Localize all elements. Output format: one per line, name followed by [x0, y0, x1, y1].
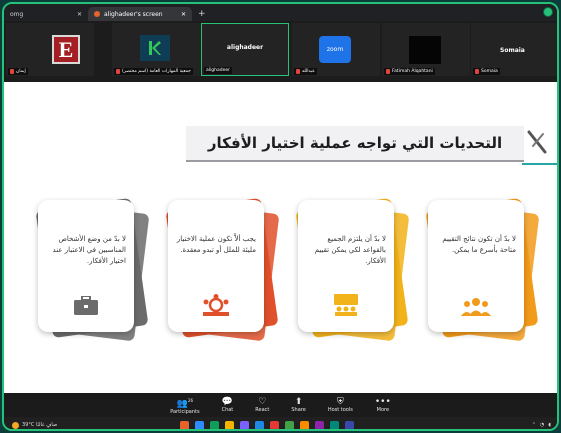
window-control-icon[interactable] [543, 7, 553, 17]
toolbar-label: React [255, 407, 270, 413]
participants-button[interactable]: 👥26 Participants [170, 396, 199, 415]
tab-label: alighadeer's screen [104, 10, 163, 18]
browser-tab-active[interactable]: alighadeer's screen ✕ [88, 7, 192, 21]
chat-icon: 💬 [221, 397, 234, 407]
browser-tab[interactable]: omg ✕ [4, 7, 88, 21]
participant-tile[interactable]: إيمان [6, 23, 94, 76]
taskbar-app-icon[interactable] [270, 420, 279, 429]
close-icon[interactable]: ✕ [181, 11, 186, 18]
taskbar-app-icon[interactable] [255, 420, 264, 429]
browser-tab-bar: omg ✕ alighadeer's screen ✕ + [4, 4, 557, 21]
tab-label: omg [10, 10, 24, 18]
toolbar-label: More [376, 407, 390, 413]
participants-icon: 👥26 [176, 397, 194, 409]
host-tools-button[interactable]: ⛨ Host tools [328, 397, 353, 413]
app-window: omg ✕ alighadeer's screen ✕ + إيمان E جم… [2, 2, 559, 431]
mic-muted-icon [475, 69, 479, 74]
taskbar-app-icon[interactable] [210, 420, 219, 429]
challenge-card: لا بدّ أن يلتزم الجميع بالقواعد لكي يمكن… [295, 197, 410, 342]
mic-muted-icon [116, 69, 120, 74]
challenge-card: يجب ألاَّ تكون عملية الاختيار مليئة للمل… [165, 197, 280, 342]
participant-display-name: Somaia [500, 47, 525, 54]
os-taskbar: 39°C صافٍ غالبًا ⌃ ◔ ◖ [4, 417, 557, 429]
mic-muted-icon [10, 69, 14, 74]
volume-icon[interactable]: ◖ [548, 422, 551, 428]
mic-muted-icon [296, 69, 300, 74]
card-text: لا بدّ أن يلتزم الجميع بالقواعد لكي يمكن… [314, 235, 386, 265]
meeting-toolbar: 👥26 Participants 💬 Chat ♡ React ⬆ Share … [4, 393, 557, 417]
slide-title: التحديات التي تواجه عملية اختيار الأفكار [207, 134, 503, 152]
heart-icon: ♡ [258, 397, 267, 407]
mic-muted-icon [386, 69, 390, 74]
zoom-avatar-icon: zoom [319, 36, 351, 63]
participant-name: عبدالله [294, 68, 317, 75]
close-icon[interactable]: ✕ [77, 11, 82, 18]
taskbar-app-icon[interactable] [240, 420, 249, 429]
taskbar-app-icon[interactable] [300, 420, 309, 429]
card-text: لا بدّ أن تكون نتائج التقييم متاحة بأسرع… [442, 235, 516, 254]
participant-name: جمعية المهارات العامة (اسم مختصر) [114, 68, 193, 75]
zoom-favicon-icon [94, 11, 100, 17]
presentation-icon [298, 294, 394, 320]
taskbar-app-icon[interactable] [195, 420, 204, 429]
system-tray: ⌃ ◔ ◖ [532, 422, 551, 428]
shared-slide: التحديات التي تواجه عملية اختيار الأفكار… [4, 82, 557, 393]
more-icon: ••• [374, 397, 391, 407]
chevron-up-icon[interactable]: ⌃ [532, 422, 536, 428]
participant-name: alighadeer [204, 67, 232, 74]
participant-name: Somaia [473, 68, 500, 75]
toolbar-label: Chat [221, 407, 234, 413]
pencil-decoration-icon [527, 130, 547, 154]
taskbar-app-icon[interactable] [285, 420, 294, 429]
taskbar-apps [180, 420, 354, 429]
card-body: يجب ألاَّ تكون عملية الاختيار مليئة للمل… [168, 200, 264, 332]
share-button[interactable]: ⬆ Share [291, 397, 305, 413]
wifi-icon[interactable]: ◔ [540, 422, 544, 428]
avatar [409, 36, 441, 64]
new-tab-button[interactable]: + [198, 7, 206, 21]
sun-icon [12, 421, 19, 429]
chat-button[interactable]: 💬 Chat [222, 397, 234, 413]
participant-name: إيمان [8, 68, 28, 75]
people-icon [428, 296, 524, 320]
taskbar-app-icon[interactable] [315, 420, 324, 429]
more-button[interactable]: ••• More [375, 397, 391, 413]
share-icon: ⬆ [294, 397, 303, 407]
card-body: لا بدّ أن تكون نتائج التقييم متاحة بأسرع… [428, 200, 524, 332]
avatar: E [52, 35, 80, 64]
briefcase-icon [38, 295, 134, 320]
team-icon [168, 294, 264, 320]
participant-display-name: alighadeer [226, 44, 264, 51]
toolbar-label: Share [291, 407, 306, 413]
card-text: لا بدّ من وضع الأشخاص المناسبين في الاعت… [52, 235, 126, 265]
title-underline [522, 163, 557, 165]
weather-text: 39°C صافٍ غالبًا [22, 422, 58, 428]
taskbar-app-icon[interactable] [180, 420, 189, 429]
shield-icon: ⛨ [336, 397, 344, 407]
card-text: يجب ألاَّ تكون عملية الاختيار مليئة للمل… [176, 235, 256, 254]
participant-name: Fatimah Alqahtani [384, 68, 435, 75]
taskbar-app-icon[interactable] [330, 420, 339, 429]
toolbar-label: Host tools [327, 407, 353, 413]
card-body: لا بدّ أن يلتزم الجميع بالقواعد لكي يمكن… [298, 200, 394, 332]
participants-strip: إيمان E جمعية المهارات العامة (اسم مختصر… [4, 21, 557, 82]
card-body: لا بدّ من وضع الأشخاص المناسبين في الاعت… [38, 200, 134, 332]
challenge-card: لا بدّ من وضع الأشخاص المناسبين في الاعت… [35, 197, 150, 342]
taskbar-app-icon[interactable] [345, 420, 354, 429]
challenge-card: لا بدّ أن تكون نتائج التقييم متاحة بأسرع… [425, 197, 540, 342]
taskbar-app-icon[interactable] [225, 420, 234, 429]
react-button[interactable]: ♡ React [255, 397, 269, 413]
slide-title-bar: التحديات التي تواجه عملية اختيار الأفكار [186, 126, 524, 162]
organization-logo-icon [140, 35, 170, 61]
weather-widget[interactable]: 39°C صافٍ غالبًا [12, 421, 72, 429]
toolbar-label: Participants [170, 408, 200, 415]
participant-tile-active-speaker[interactable]: alighadeer alighadeer [201, 23, 289, 76]
